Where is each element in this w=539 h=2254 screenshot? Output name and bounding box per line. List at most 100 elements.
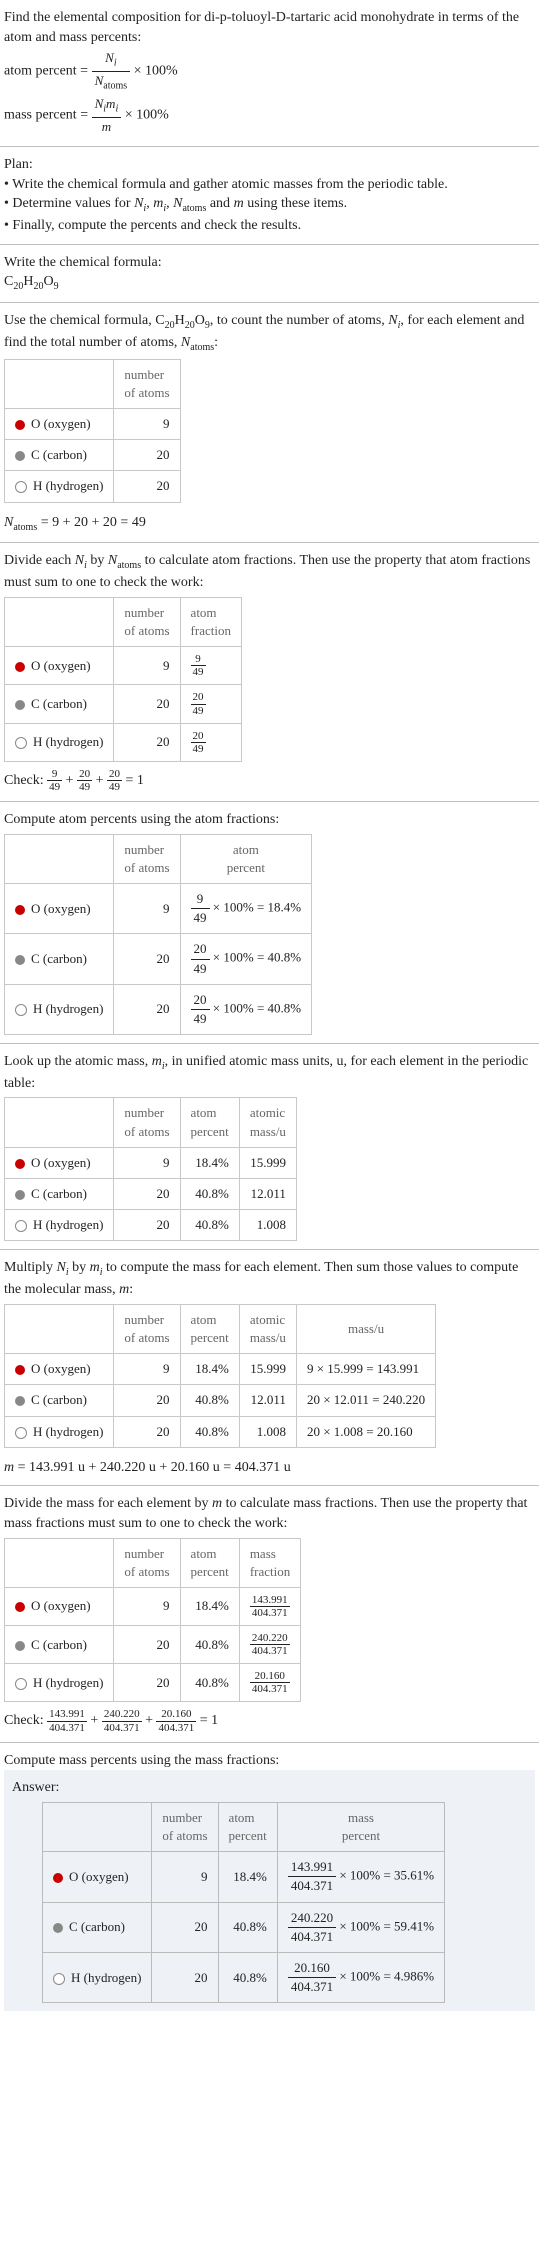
- table-row: H (hydrogen)2040.8%20.160404.371 × 100% …: [43, 1952, 445, 2002]
- swatch-icon: [15, 737, 27, 749]
- atom-count: 9: [114, 409, 180, 440]
- col-number-of-atoms: numberof atoms: [114, 359, 180, 408]
- count-table: numberof atoms O (oxygen)9 C (carbon)20 …: [4, 359, 181, 503]
- mass-heading: Multiply Ni by mi to compute the mass fo…: [4, 1258, 535, 1299]
- col-element: [5, 834, 114, 883]
- col-atom-percent: atompercent: [218, 1802, 277, 1851]
- swatch-icon: [15, 1396, 25, 1406]
- table-row: C (carbon)2040.8%240.220404.371 × 100% =…: [43, 1902, 445, 1952]
- table-row: H (hydrogen)202049 × 100% = 40.8%: [5, 984, 312, 1034]
- swatch-icon: [53, 1973, 65, 1985]
- table-header-row: numberof atoms atompercent massfraction: [5, 1538, 301, 1587]
- col-number-of-atoms: numberof atoms: [114, 597, 180, 646]
- count-section: Use the chemical formula, C20H20O9, to c…: [0, 303, 539, 543]
- mass-pct-label: mass percent =: [4, 108, 88, 123]
- element-label: C (carbon): [5, 440, 114, 471]
- col-element: [5, 597, 114, 646]
- element-label: O (oxygen): [5, 409, 114, 440]
- table-row: O (oxygen)918.4%143.991404.371: [5, 1587, 301, 1625]
- table-header-row: numberof atoms atompercent atomicmass/u …: [5, 1304, 436, 1353]
- table-header-row: numberof atoms atompercent: [5, 834, 312, 883]
- mass-pct-fraction: Nimi m: [92, 95, 122, 136]
- col-atom-percent: atompercent: [180, 1304, 239, 1353]
- swatch-icon: [15, 481, 27, 493]
- atom-percent-section: Compute atom percents using the atom fra…: [0, 802, 539, 1044]
- swatch-icon: [15, 1159, 25, 1169]
- table-header-row: numberof atoms: [5, 359, 181, 408]
- table-row: O (oxygen)918.4%143.991404.371 × 100% = …: [43, 1852, 445, 1902]
- atom-percent-formula: atom percent = Ni Natoms × 100%: [4, 49, 535, 93]
- atom-count: 20: [114, 440, 180, 471]
- col-number-of-atoms: numberof atoms: [114, 1098, 180, 1147]
- atom-percent-heading: Compute atom percents using the atom fra…: [4, 810, 535, 830]
- col-number-of-atoms: numberof atoms: [114, 1538, 180, 1587]
- mass-section: Multiply Ni by mi to compute the mass fo…: [0, 1250, 539, 1486]
- table-row: O (oxygen)918.4%15.9999 × 15.999 = 143.9…: [5, 1354, 436, 1385]
- swatch-icon: [15, 1365, 25, 1375]
- col-number-of-atoms: numberof atoms: [114, 834, 180, 883]
- table-header-row: numberof atoms atompercent masspercent: [43, 1802, 445, 1851]
- natom-sum: Natoms = 9 + 20 + 20 = 49: [4, 513, 535, 535]
- table-row: H (hydrogen)202049: [5, 723, 242, 761]
- table-row: O (oxygen)918.4%15.999: [5, 1147, 297, 1178]
- table-row: C (carbon)202049: [5, 685, 242, 723]
- intro-heading: Find the elemental composition for di-p-…: [4, 8, 535, 47]
- swatch-icon: [15, 662, 25, 672]
- col-atomic-mass: atomicmass/u: [239, 1098, 296, 1147]
- table-row: O (oxygen)9949 × 100% = 18.4%: [5, 883, 312, 933]
- element-label: H (hydrogen): [5, 471, 114, 502]
- molecular-mass: m = 143.991 u + 240.220 u + 20.160 u = 4…: [4, 1458, 535, 1478]
- atom-fraction-heading: Divide each Ni by Natoms to calculate at…: [4, 551, 535, 592]
- table-row: H (hydrogen)20: [5, 471, 181, 502]
- col-atom-percent: atompercent: [180, 1098, 239, 1147]
- table-row: H (hydrogen)2040.8%1.00820 × 1.008 = 20.…: [5, 1416, 436, 1447]
- final-heading: Compute mass percents using the mass fra…: [4, 1751, 535, 1771]
- formula-section: Write the chemical formula: C20H20O9: [0, 245, 539, 303]
- mass-percent-formula: mass percent = Nimi m × 100%: [4, 95, 535, 136]
- col-mass-u: mass/u: [296, 1304, 435, 1353]
- plan-label: Plan:: [4, 155, 535, 175]
- swatch-icon: [15, 451, 25, 461]
- col-mass-fraction: massfraction: [239, 1538, 300, 1587]
- atom-fraction-section: Divide each Ni by Natoms to calculate at…: [0, 543, 539, 802]
- mass-fraction-section: Divide the mass for each element by m to…: [0, 1486, 539, 1742]
- final-section: Compute mass percents using the mass fra…: [0, 1743, 539, 2020]
- intro-section: Find the elemental composition for di-p-…: [0, 0, 539, 147]
- atom-pct-label: atom percent =: [4, 64, 88, 79]
- chemical-formula: C20H20O9: [4, 272, 535, 294]
- table-row: C (carbon)2040.8%12.01120 × 12.011 = 240…: [5, 1385, 436, 1416]
- table-row: C (carbon)2040.8%240.220404.371: [5, 1626, 301, 1664]
- table-header-row: numberof atoms atompercent atomicmass/u: [5, 1098, 297, 1147]
- atom-fraction-table: numberof atoms atomfraction O (oxygen)99…: [4, 597, 242, 762]
- mass-fraction-check: Check: 143.991404.371 + 240.220404.371 +…: [4, 1708, 535, 1733]
- swatch-icon: [53, 1873, 63, 1883]
- table-header-row: numberof atoms atomfraction: [5, 597, 242, 646]
- swatch-icon: [15, 1641, 25, 1651]
- formula-heading: Write the chemical formula:: [4, 253, 535, 273]
- col-atom-percent: atompercent: [180, 834, 312, 883]
- swatch-icon: [15, 1602, 25, 1612]
- answer-label: Answer:: [12, 1778, 527, 1798]
- swatch-icon: [15, 1004, 27, 1016]
- swatch-icon: [15, 1190, 25, 1200]
- table-row: H (hydrogen)2040.8%20.160404.371: [5, 1664, 301, 1702]
- atom-percent-table: numberof atoms atompercent O (oxygen)994…: [4, 834, 312, 1036]
- swatch-icon: [15, 1678, 27, 1690]
- col-number-of-atoms: numberof atoms: [114, 1304, 180, 1353]
- fraction-check: Check: 949 + 2049 + 2049 = 1: [4, 768, 535, 793]
- col-element: [5, 359, 114, 408]
- table-row: O (oxygen)9949: [5, 647, 242, 685]
- col-number-of-atoms: numberof atoms: [152, 1802, 218, 1851]
- swatch-icon: [15, 955, 25, 965]
- final-table: numberof atoms atompercent masspercent O…: [42, 1802, 445, 2004]
- col-atom-percent: atompercent: [180, 1538, 239, 1587]
- plan-bullet: • Write the chemical formula and gather …: [4, 175, 535, 195]
- col-atom-fraction: atomfraction: [180, 597, 241, 646]
- swatch-icon: [15, 905, 25, 915]
- times-100: × 100%: [125, 108, 169, 123]
- swatch-icon: [15, 420, 25, 430]
- mass-fraction-table: numberof atoms atompercent massfraction …: [4, 1538, 301, 1703]
- atom-pct-fraction: Ni Natoms: [92, 49, 131, 93]
- swatch-icon: [15, 1220, 27, 1232]
- table-row: H (hydrogen)2040.8%1.008: [5, 1210, 297, 1241]
